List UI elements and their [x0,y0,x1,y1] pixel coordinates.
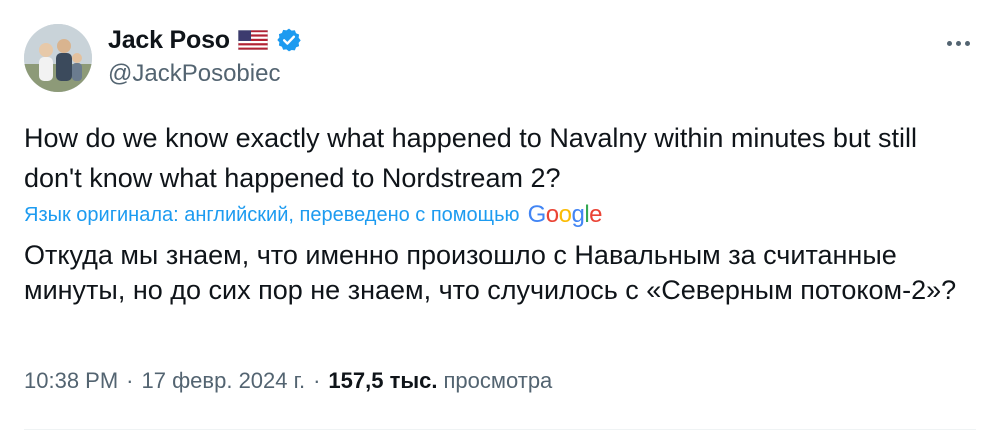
meta-separator: · [313,368,321,393]
author-display-name[interactable]: Jack Poso [108,26,230,55]
tweet-time[interactable]: 10:38 PM [24,368,118,394]
views-label: просмотра [443,368,553,393]
more-dots-icon [946,40,970,46]
author-handle[interactable]: @JackPosobiec [108,60,280,88]
tweet-meta: 10:38 PM · 17 февр. 2024 г. · 157,5 тыс.… [24,368,552,394]
translation-note[interactable]: Язык оригинала: английский, переведено с… [24,198,603,232]
meta-separator: · [126,368,134,393]
divider [24,429,976,430]
more-options-button[interactable] [938,28,978,58]
author-name-row: Jack Poso [108,24,302,56]
us-flag-icon [237,30,268,50]
avatar[interactable] [24,24,92,92]
verified-badge-icon [277,28,301,52]
tweet-card: Jack Poso @JackPosobiec How do we know e… [0,0,1000,431]
avatar-photo [24,24,92,92]
translation-note-label: Язык оригинала: английский, переведено с… [24,203,520,226]
google-logo: Google [527,201,603,228]
views-count[interactable]: 157,5 тыс. [328,368,437,394]
tweet-translated-text: Откуда мы знаем, что именно произошло с … [24,240,957,305]
tweet-original-text: How do we know exactly what happened to … [24,123,917,193]
tweet-date[interactable]: 17 февр. 2024 г. [142,368,306,394]
